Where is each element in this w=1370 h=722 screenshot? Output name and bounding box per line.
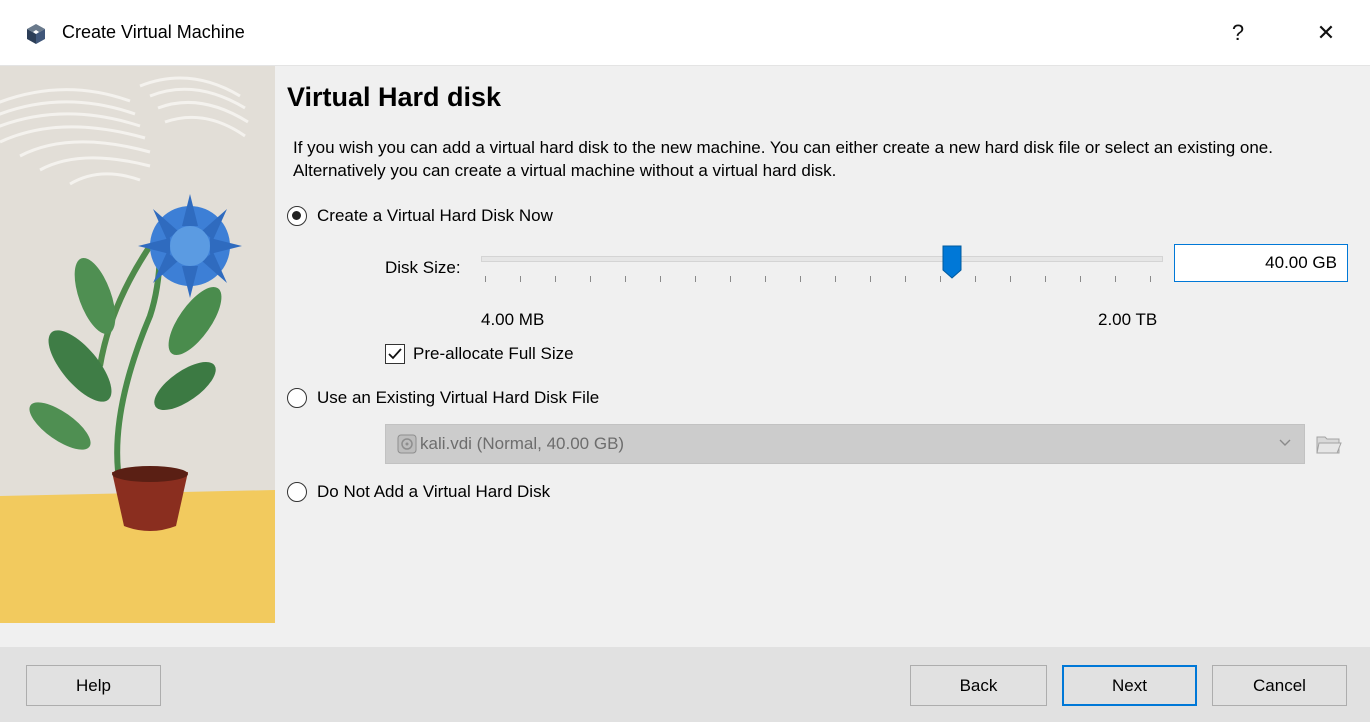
page-description: If you wish you can add a virtual hard d…	[293, 138, 1273, 180]
close-button[interactable]: ✕	[1296, 10, 1356, 56]
checkmark-icon	[388, 348, 402, 360]
chevron-down-icon	[1279, 439, 1291, 446]
preallocate-checkbox[interactable]: Pre-allocate Full Size	[385, 344, 574, 364]
virtualbox-cube-icon	[27, 24, 45, 44]
radio-no-disk[interactable]: Do Not Add a Virtual Hard Disk	[287, 482, 550, 502]
disk-size-input[interactable]	[1174, 244, 1348, 282]
button-bar: Help Back Next Cancel	[0, 647, 1370, 722]
title-bar: Create Virtual Machine ? ✕	[0, 0, 1370, 66]
help-button[interactable]: Help	[26, 665, 161, 706]
context-help-button[interactable]: ?	[1208, 10, 1268, 56]
choose-disk-file-button[interactable]	[1311, 426, 1347, 462]
slider-ticks	[481, 276, 1163, 284]
back-button[interactable]: Back	[910, 665, 1047, 706]
selected-disk-text: kali.vdi (Normal, 40.00 GB)	[420, 434, 625, 453]
disk-size-label: Disk Size:	[385, 258, 461, 277]
radio-create-new-disk[interactable]: Create a Virtual Hard Disk Now	[287, 206, 553, 226]
radio-button[interactable]	[287, 388, 307, 408]
checkbox[interactable]	[385, 344, 405, 364]
radio-button[interactable]	[287, 482, 307, 502]
next-button[interactable]: Next	[1062, 665, 1197, 706]
radio-use-existing-disk[interactable]: Use an Existing Virtual Hard Disk File	[287, 388, 599, 408]
slider-max-label: 2.00 TB	[1098, 310, 1158, 329]
radio-label: Use an Existing Virtual Hard Disk File	[317, 388, 600, 407]
page-title: Virtual Hard disk	[287, 82, 502, 112]
existing-disk-select[interactable]: kali.vdi (Normal, 40.00 GB)	[385, 424, 1305, 464]
cancel-button[interactable]: Cancel	[1212, 665, 1347, 706]
radio-label: Create a Virtual Hard Disk Now	[317, 206, 553, 225]
checkbox-label: Pre-allocate Full Size	[413, 344, 574, 363]
window-title: Create Virtual Machine	[62, 22, 245, 42]
wizard-page: Virtual Hard disk If you wish you can ad…	[275, 66, 1370, 647]
radio-label: Do Not Add a Virtual Hard Disk	[317, 482, 551, 501]
radio-button[interactable]	[287, 206, 307, 226]
disk-size-slider[interactable]	[481, 256, 1163, 262]
hard-disk-icon	[397, 434, 417, 454]
slider-handle[interactable]	[941, 244, 963, 280]
folder-open-icon	[1316, 436, 1342, 454]
wizard-side-illustration	[0, 66, 275, 623]
slider-min-label: 4.00 MB	[481, 310, 545, 329]
